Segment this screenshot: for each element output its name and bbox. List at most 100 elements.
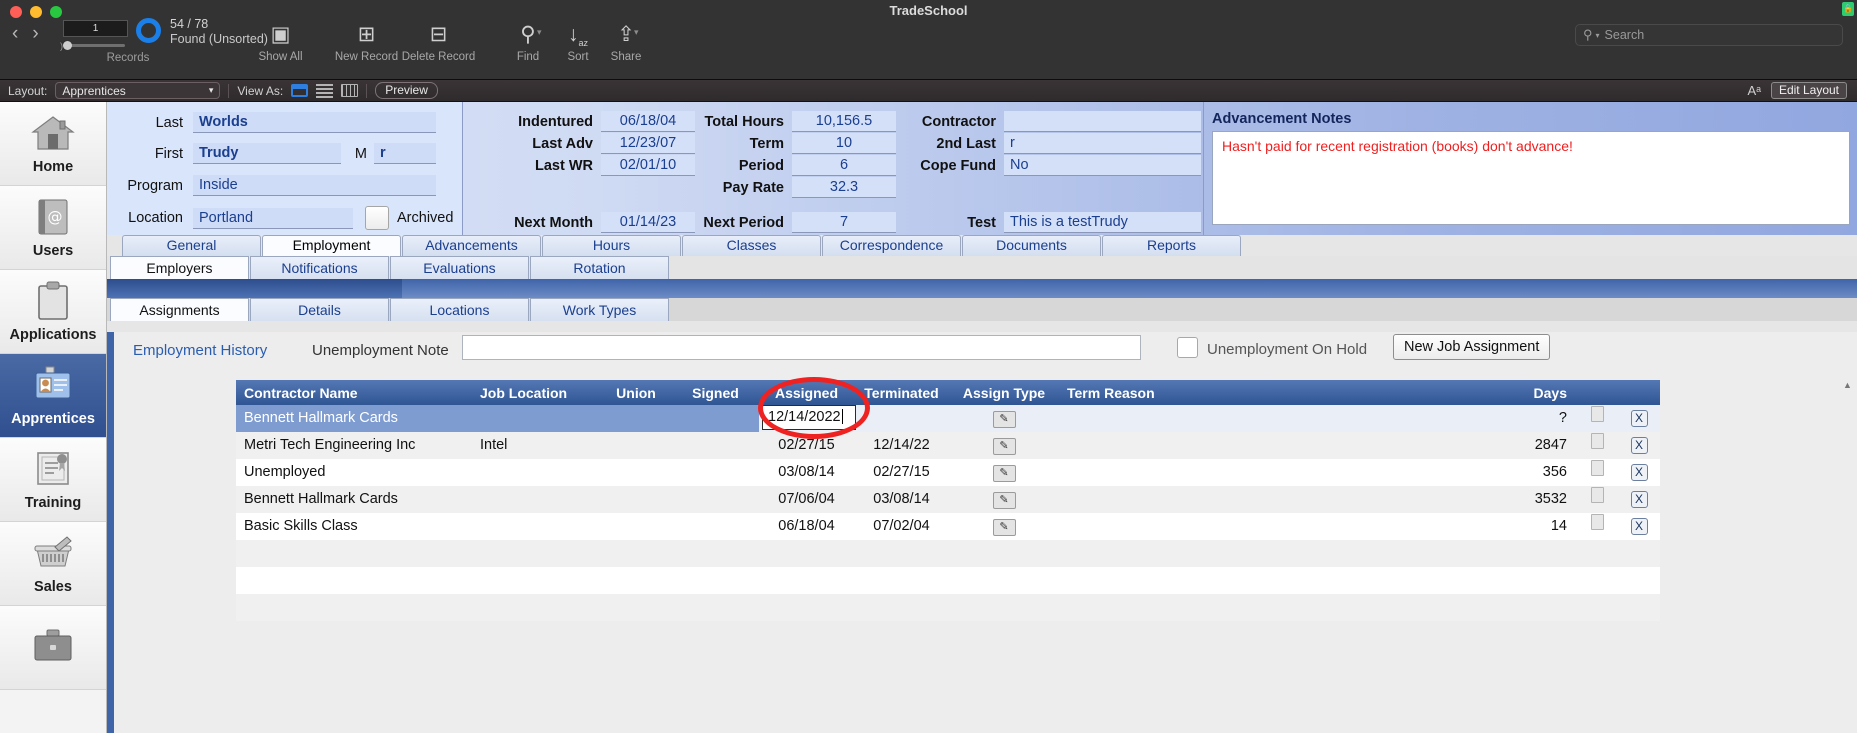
second-last-field[interactable]: r <box>1004 133 1201 154</box>
pencil-icon[interactable]: ✎ <box>992 519 1016 536</box>
column-header-terminated[interactable]: Terminated <box>854 385 949 401</box>
cell-union[interactable] <box>600 405 672 432</box>
tab-evaluations[interactable]: Evaluations <box>390 256 529 279</box>
cell-union[interactable] <box>600 432 672 459</box>
cell-union[interactable] <box>600 486 672 513</box>
cell-contractor-name[interactable]: Bennett Hallmark Cards <box>236 405 472 432</box>
test-field[interactable]: This is a testTrudy <box>1004 212 1201 233</box>
cell-signed[interactable] <box>672 513 759 540</box>
table-row[interactable]: Bennett Hallmark Cards ✎ ? X <box>236 405 1660 432</box>
cell-assign-type[interactable]: ✎ <box>949 405 1059 432</box>
sidebar-item-home[interactable]: Home <box>0 102 106 186</box>
view-as-list-icon[interactable] <box>316 83 334 98</box>
column-header-assign-type[interactable]: Assign Type <box>949 385 1059 401</box>
pencil-icon[interactable]: ✎ <box>992 411 1016 428</box>
cell-document[interactable] <box>1575 486 1619 513</box>
pencil-icon[interactable]: ✎ <box>992 492 1016 509</box>
cope-fund-field[interactable]: No <box>1004 155 1201 176</box>
cell-document[interactable] <box>1575 459 1619 486</box>
table-row-empty[interactable] <box>236 567 1660 594</box>
cell-term-reason[interactable] <box>1059 432 1369 459</box>
search-chevron-down-icon[interactable]: ▾ <box>1596 31 1600 40</box>
pencil-icon[interactable]: ✎ <box>992 465 1016 482</box>
table-row[interactable]: Metri Tech Engineering Inc Intel 02/27/1… <box>236 432 1660 459</box>
cell-document[interactable] <box>1575 432 1619 459</box>
record-slider[interactable]: 1 ) <box>60 20 128 51</box>
cell-delete[interactable]: X <box>1619 432 1659 459</box>
tab-classes[interactable]: Classes <box>682 235 821 256</box>
tab-general[interactable]: General <box>122 235 261 256</box>
font-size-icon[interactable]: Aᵃ <box>1747 83 1761 98</box>
cell-delete[interactable]: X <box>1619 459 1659 486</box>
column-header-contractor-name[interactable]: Contractor Name <box>236 385 472 401</box>
view-as-form-icon[interactable] <box>291 84 309 97</box>
delete-row-button[interactable]: X <box>1630 518 1648 535</box>
column-header-signed[interactable]: Signed <box>672 385 759 401</box>
tab-employers[interactable]: Employers <box>110 256 249 279</box>
contractor-field[interactable] <box>1004 111 1201 132</box>
cell-assigned[interactable]: 03/08/14 <box>759 459 854 486</box>
sidebar-item-apprentices[interactable]: Apprentices <box>0 354 106 438</box>
total-hours-field[interactable]: 10,156.5 <box>792 111 896 132</box>
cell-union[interactable] <box>600 513 672 540</box>
record-slider-track[interactable]: ) <box>60 40 128 51</box>
cell-job-location[interactable] <box>472 405 600 432</box>
middle-initial-field[interactable]: r <box>374 143 436 164</box>
sidebar-item-users[interactable]: @ Users <box>0 186 106 270</box>
column-header-union[interactable]: Union <box>600 385 672 401</box>
tab-hours[interactable]: Hours <box>542 235 681 256</box>
tab-details[interactable]: Details <box>250 298 389 321</box>
delete-record-button[interactable]: ⊟ Delete Record <box>392 20 485 63</box>
cell-signed[interactable] <box>672 486 759 513</box>
cell-union[interactable] <box>600 459 672 486</box>
sidebar-item-sales[interactable]: Sales <box>0 522 106 606</box>
tab-documents[interactable]: Documents <box>962 235 1101 256</box>
tab-advancements[interactable]: Advancements <box>402 235 541 256</box>
document-icon[interactable] <box>1590 487 1604 503</box>
tab-employment[interactable]: Employment <box>262 235 401 256</box>
term-field[interactable]: 10 <box>792 133 896 154</box>
first-name-field[interactable]: Trudy <box>193 143 341 164</box>
cell-assigned[interactable]: 02/27/15 <box>759 432 854 459</box>
previous-record-icon[interactable]: ‹ <box>12 24 18 43</box>
preview-button[interactable]: Preview <box>375 82 438 99</box>
cell-assign-type[interactable]: ✎ <box>949 432 1059 459</box>
scrollbar-track[interactable] <box>1845 390 1850 720</box>
record-nav[interactable]: ‹ › <box>12 24 39 43</box>
pay-rate-field[interactable]: 32.3 <box>792 177 896 198</box>
column-header-term-reason[interactable]: Term Reason <box>1059 385 1369 401</box>
tab-rotation[interactable]: Rotation <box>530 256 669 279</box>
column-header-assigned[interactable]: Assigned <box>759 385 854 401</box>
slider-knob[interactable] <box>63 41 72 50</box>
table-row[interactable]: Bennett Hallmark Cards 07/06/04 03/08/14… <box>236 486 1660 513</box>
location-field[interactable]: Portland <box>193 207 353 229</box>
assigned-date-edit-input[interactable]: 12/14/2022 <box>762 405 856 430</box>
delete-row-button[interactable]: X <box>1630 437 1648 454</box>
unemployment-on-hold-checkbox[interactable] <box>1177 337 1198 358</box>
advancement-notes-field[interactable]: Hasn't paid for recent registration (boo… <box>1212 131 1850 225</box>
cell-term-reason[interactable] <box>1059 513 1369 540</box>
document-icon[interactable] <box>1590 514 1604 530</box>
cell-contractor-name[interactable]: Bennett Hallmark Cards <box>236 486 472 513</box>
cell-contractor-name[interactable]: Basic Skills Class <box>236 513 472 540</box>
table-row[interactable]: Basic Skills Class 06/18/04 07/02/04 ✎ 1… <box>236 513 1660 540</box>
next-period-field[interactable]: 7 <box>792 212 896 233</box>
column-header-job-location[interactable]: Job Location <box>472 385 600 401</box>
delete-row-button[interactable]: X <box>1630 491 1648 508</box>
delete-row-button[interactable]: X <box>1630 464 1648 481</box>
sidebar-item-training[interactable]: Training <box>0 438 106 522</box>
cell-signed[interactable] <box>672 405 759 432</box>
cell-contractor-name[interactable]: Metri Tech Engineering Inc <box>236 432 472 459</box>
cell-job-location[interactable] <box>472 486 600 513</box>
find-chevron-down-icon[interactable]: ▾ <box>537 27 542 38</box>
cell-delete[interactable]: X <box>1619 405 1659 432</box>
table-vertical-scrollbar[interactable]: ▲ <box>1841 380 1854 733</box>
tab-locations[interactable]: Locations <box>390 298 529 321</box>
tab-reports[interactable]: Reports <box>1102 235 1241 256</box>
tab-notifications[interactable]: Notifications <box>250 256 389 279</box>
cell-delete[interactable]: X <box>1619 513 1659 540</box>
cell-terminated[interactable]: 12/14/22 <box>854 432 949 459</box>
cell-term-reason[interactable] <box>1059 486 1369 513</box>
table-row[interactable]: Unemployed 03/08/14 02/27/15 ✎ 356 X <box>236 459 1660 486</box>
cell-term-reason[interactable] <box>1059 405 1369 432</box>
